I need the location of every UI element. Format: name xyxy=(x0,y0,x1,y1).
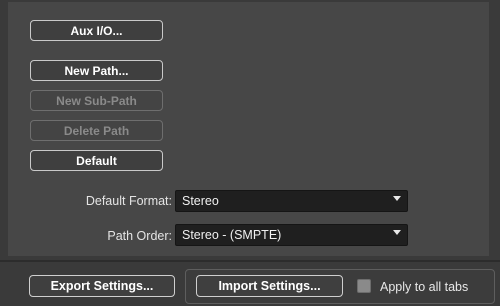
default-format-value: Stereo xyxy=(182,194,219,208)
path-order-value: Stereo - (SMPTE) xyxy=(182,228,282,242)
new-sub-path-button[interactable]: New Sub-Path xyxy=(30,90,163,111)
chevron-down-icon xyxy=(393,230,401,235)
export-settings-button[interactable]: Export Settings... xyxy=(29,275,175,297)
default-button[interactable]: Default xyxy=(30,150,163,171)
apply-to-all-tabs-label: Apply to all tabs xyxy=(380,280,469,294)
import-settings-button[interactable]: Import Settings... xyxy=(196,275,343,297)
new-path-button[interactable]: New Path... xyxy=(30,60,163,81)
default-format-label: Default Format: xyxy=(85,194,172,208)
aux-io-button[interactable]: Aux I/O... xyxy=(30,20,163,41)
default-format-select[interactable]: Stereo xyxy=(175,190,408,212)
io-settings-panel: Aux I/O... New Path... New Sub-Path Dele… xyxy=(8,2,489,256)
apply-to-all-tabs-checkbox[interactable] xyxy=(357,279,371,293)
footer-divider xyxy=(0,260,500,262)
path-order-label: Path Order: xyxy=(107,229,172,243)
delete-path-button[interactable]: Delete Path xyxy=(30,120,163,141)
chevron-down-icon xyxy=(393,196,401,201)
path-order-select[interactable]: Stereo - (SMPTE) xyxy=(175,224,408,246)
